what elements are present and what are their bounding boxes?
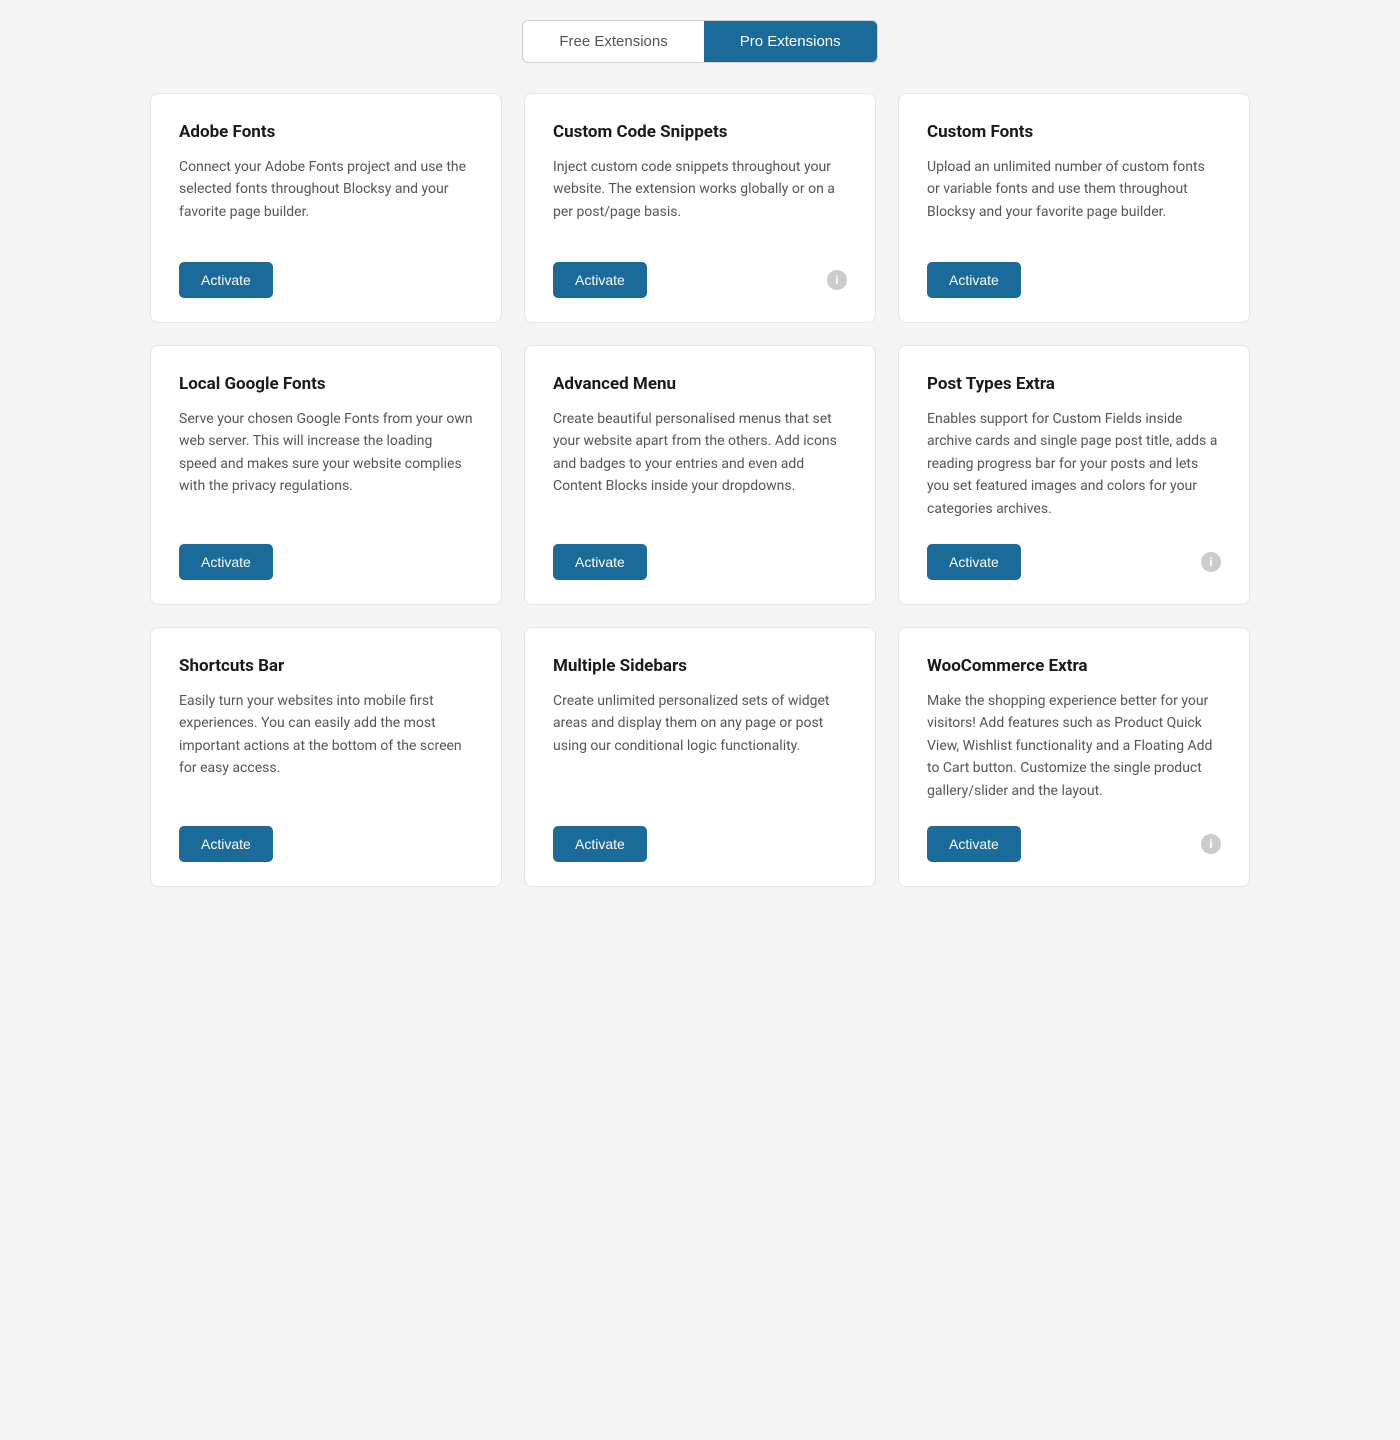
card-description-advanced-menu: Create beautiful personalised menus that… (553, 408, 847, 520)
card-title-adobe-fonts: Adobe Fonts (179, 122, 473, 142)
card-local-google-fonts: Local Google Fonts Serve your chosen Goog… (150, 345, 502, 605)
extensions-grid: Adobe Fonts Connect your Adobe Fonts proj… (150, 93, 1250, 887)
card-footer-shortcuts-bar: Activate (179, 826, 473, 862)
card-advanced-menu: Advanced Menu Create beautiful personalis… (524, 345, 876, 605)
card-custom-fonts: Custom Fonts Upload an unlimited number o… (898, 93, 1250, 323)
info-icon-post-types-extra[interactable]: i (1201, 552, 1221, 572)
card-footer-multiple-sidebars: Activate (553, 826, 847, 862)
activate-button-post-types-extra[interactable]: Activate (927, 544, 1021, 580)
card-title-custom-code-snippets: Custom Code Snippets (553, 122, 847, 142)
activate-button-multiple-sidebars[interactable]: Activate (553, 826, 647, 862)
card-footer-local-google-fonts: Activate (179, 544, 473, 580)
card-post-types-extra: Post Types Extra Enables support for Cust… (898, 345, 1250, 605)
card-custom-code-snippets: Custom Code Snippets Inject custom code s… (524, 93, 876, 323)
card-description-custom-code-snippets: Inject custom code snippets throughout y… (553, 156, 847, 238)
activate-button-custom-code-snippets[interactable]: Activate (553, 262, 647, 298)
info-icon-woocommerce-extra[interactable]: i (1201, 834, 1221, 854)
card-footer-custom-code-snippets: Activate i (553, 262, 847, 298)
tab-bar: Free Extensions Pro Extensions (20, 20, 1380, 63)
activate-button-advanced-menu[interactable]: Activate (553, 544, 647, 580)
card-description-adobe-fonts: Connect your Adobe Fonts project and use… (179, 156, 473, 238)
activate-button-shortcuts-bar[interactable]: Activate (179, 826, 273, 862)
card-title-multiple-sidebars: Multiple Sidebars (553, 656, 847, 676)
tab-free-extensions[interactable]: Free Extensions (523, 21, 703, 62)
card-title-advanced-menu: Advanced Menu (553, 374, 847, 394)
card-title-shortcuts-bar: Shortcuts Bar (179, 656, 473, 676)
tab-pro-extensions[interactable]: Pro Extensions (704, 21, 877, 62)
activate-button-custom-fonts[interactable]: Activate (927, 262, 1021, 298)
card-woocommerce-extra: WooCommerce Extra Make the shopping exper… (898, 627, 1250, 887)
card-description-post-types-extra: Enables support for Custom Fields inside… (927, 408, 1221, 520)
card-footer-post-types-extra: Activate i (927, 544, 1221, 580)
card-title-post-types-extra: Post Types Extra (927, 374, 1221, 394)
card-description-woocommerce-extra: Make the shopping experience better for … (927, 690, 1221, 802)
card-description-custom-fonts: Upload an unlimited number of custom fon… (927, 156, 1221, 238)
card-description-shortcuts-bar: Easily turn your websites into mobile fi… (179, 690, 473, 802)
card-description-multiple-sidebars: Create unlimited personalized sets of wi… (553, 690, 847, 802)
activate-button-adobe-fonts[interactable]: Activate (179, 262, 273, 298)
info-icon-custom-code-snippets[interactable]: i (827, 270, 847, 290)
tab-container: Free Extensions Pro Extensions (522, 20, 877, 63)
card-footer-advanced-menu: Activate (553, 544, 847, 580)
card-adobe-fonts: Adobe Fonts Connect your Adobe Fonts proj… (150, 93, 502, 323)
activate-button-local-google-fonts[interactable]: Activate (179, 544, 273, 580)
card-title-local-google-fonts: Local Google Fonts (179, 374, 473, 394)
card-title-custom-fonts: Custom Fonts (927, 122, 1221, 142)
card-title-woocommerce-extra: WooCommerce Extra (927, 656, 1221, 676)
card-multiple-sidebars: Multiple Sidebars Create unlimited person… (524, 627, 876, 887)
card-footer-adobe-fonts: Activate (179, 262, 473, 298)
activate-button-woocommerce-extra[interactable]: Activate (927, 826, 1021, 862)
card-footer-woocommerce-extra: Activate i (927, 826, 1221, 862)
card-shortcuts-bar: Shortcuts Bar Easily turn your websites i… (150, 627, 502, 887)
card-description-local-google-fonts: Serve your chosen Google Fonts from your… (179, 408, 473, 520)
card-footer-custom-fonts: Activate (927, 262, 1221, 298)
